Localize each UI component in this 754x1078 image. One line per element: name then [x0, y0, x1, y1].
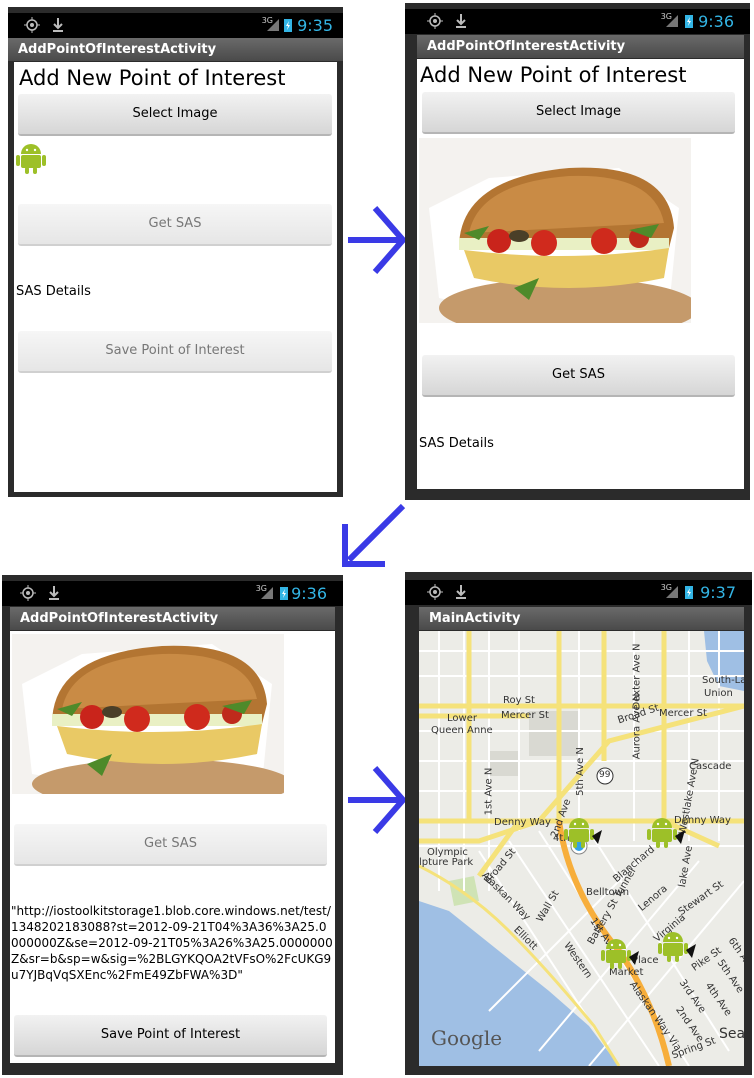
sas-url-text: "http://iostoolkitstorage1.blob.core.win… — [11, 904, 333, 982]
phone-screen-1: 3G 9:35 AddPointOfInterestActivity Add N… — [8, 7, 343, 497]
activity-content: Get SAS "http://iostoolkitstorage1.blob.… — [10, 631, 335, 1063]
download-icon — [453, 584, 469, 600]
sandwich-image — [12, 634, 284, 794]
save-poi-button[interactable]: Save Point of Interest — [18, 331, 332, 373]
gps-icon — [427, 13, 443, 29]
sas-details-label: SAS Details — [16, 284, 91, 299]
get-sas-button[interactable]: Get SAS — [18, 204, 332, 246]
action-bar-title: AddPointOfInterestActivity — [10, 607, 335, 630]
clock: 9:36 — [291, 584, 327, 603]
signal-icon — [261, 585, 277, 601]
map-label: Union — [704, 688, 733, 699]
poi-android-marker[interactable] — [658, 928, 696, 967]
map-label: 1st Ave N — [483, 767, 495, 816]
action-bar-title: AddPointOfInterestActivity — [417, 35, 744, 58]
activity-content: Add New Point of Interest Select Image G… — [417, 59, 744, 489]
android-placeholder-icon — [16, 140, 46, 179]
status-bar: 3G 9:37 — [405, 580, 752, 605]
download-icon — [50, 17, 66, 33]
clock: 9:36 — [698, 12, 734, 31]
status-bar: 3G 9:35 — [8, 13, 343, 38]
map-label: Roy St — [503, 695, 535, 706]
clock: 9:35 — [297, 16, 333, 35]
select-image-button[interactable]: Select Image — [422, 92, 735, 134]
map-label: Sea — [719, 1026, 744, 1042]
signal-icon — [666, 13, 682, 29]
select-image-button[interactable]: Select Image — [18, 94, 332, 136]
battery-icon — [684, 584, 700, 600]
map-label: Mercer St — [659, 708, 707, 719]
map-view[interactable]: South-Lake Union Roy St Mercer St Mercer… — [419, 631, 744, 1066]
get-sas-button[interactable]: Get SAS — [422, 355, 735, 397]
page-title: Add New Point of Interest — [19, 66, 286, 90]
sandwich-image — [419, 138, 691, 323]
gps-icon — [20, 585, 36, 601]
phone-screen-2: 3G 9:36 AddPointOfInterestActivity Add N… — [405, 3, 750, 500]
map-label: Lower — [447, 713, 477, 724]
download-icon — [453, 13, 469, 29]
save-poi-button[interactable]: Save Point of Interest — [14, 1015, 327, 1057]
activity-content: Add New Point of Interest Select Image G… — [14, 62, 337, 492]
map-label: Denny Way — [494, 817, 551, 828]
arrow-right-icon — [348, 206, 407, 274]
signal-icon — [666, 584, 682, 600]
phone-screen-4: 3G 9:37 MainActivity South-La Union Roy … — [405, 572, 752, 1075]
map-label: 99 — [599, 770, 611, 780]
map-label: Dexter Ave N — [631, 643, 643, 710]
gps-icon — [24, 17, 40, 33]
map-label: South-Lake — [702, 675, 744, 686]
sas-details-label: SAS Details — [419, 436, 494, 451]
download-icon — [46, 585, 62, 601]
status-bar: 3G 9:36 — [405, 9, 750, 34]
phone-screen-3: 3G 9:36 AddPointOfInterestActivity Get S… — [2, 575, 343, 1075]
poi-android-marker[interactable] — [601, 935, 639, 974]
status-bar: 3G 9:36 — [2, 581, 343, 606]
google-logo: Google — [431, 1026, 503, 1050]
poi-android-marker[interactable] — [647, 814, 685, 853]
signal-icon — [267, 17, 283, 33]
map-label: Mercer St — [501, 710, 549, 721]
map-label: lpture Park — [419, 857, 474, 868]
arrow-down-left-icon — [342, 503, 406, 567]
gps-icon — [427, 584, 443, 600]
get-sas-button[interactable]: Get SAS — [14, 824, 327, 866]
clock: 9:37 — [700, 583, 736, 602]
arrow-right-icon — [348, 766, 407, 834]
map-label: 5th Ave N — [574, 747, 586, 796]
action-bar-title: MainActivity — [419, 607, 744, 630]
map-label: Queen Anne — [431, 725, 493, 736]
action-bar-title: AddPointOfInterestActivity — [8, 38, 343, 61]
poi-android-marker[interactable] — [564, 814, 602, 853]
page-title: Add New Point of Interest — [420, 63, 687, 87]
